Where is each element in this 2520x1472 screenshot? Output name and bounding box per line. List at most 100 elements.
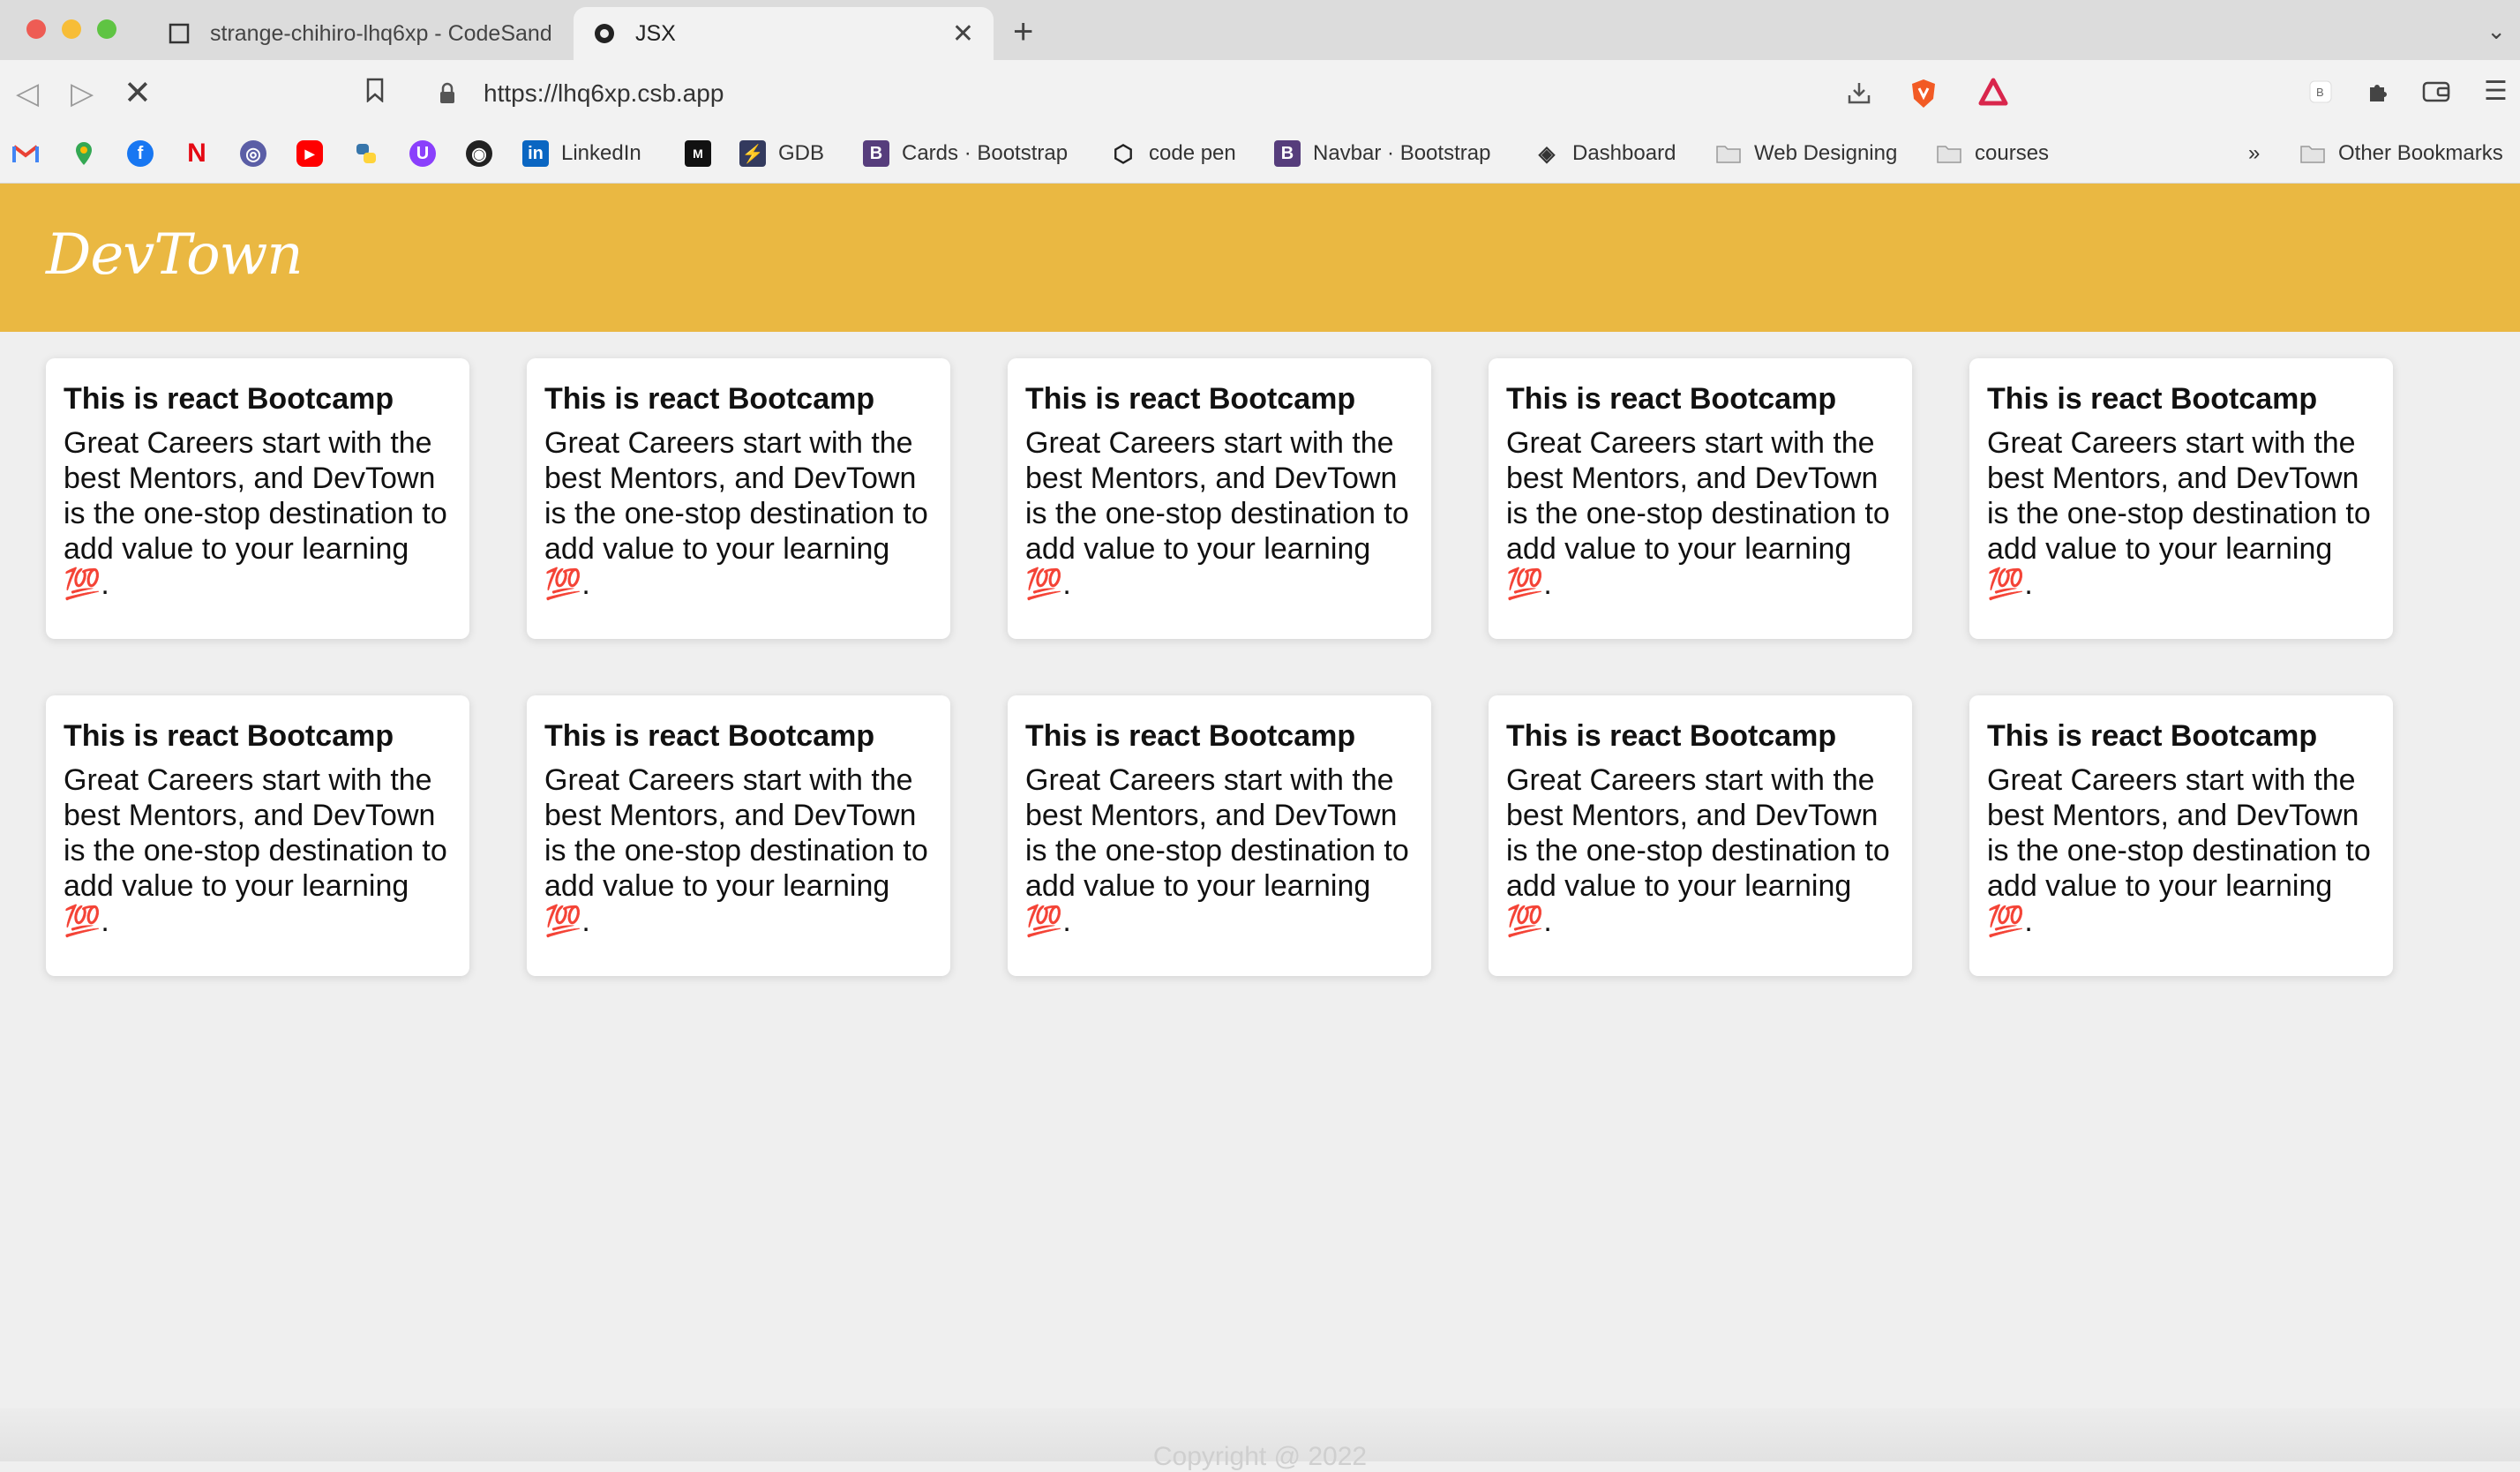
minimize-window-button[interactable] [62, 19, 81, 39]
address-bar[interactable]: https://lhq6xp.csb.app [420, 69, 2061, 118]
bookmark-dashboard[interactable]: ◈ Dashboard [1534, 136, 1676, 171]
bookmark-netflix[interactable]: N [184, 136, 222, 171]
folder-icon [2299, 140, 2326, 167]
bookmark-linkedin[interactable]: in LinkedIn [522, 136, 641, 171]
bootstrap-icon: B [1274, 140, 1301, 167]
folder-icon [1715, 140, 1742, 167]
card-text: Great Careers start with the best Mentor… [1987, 426, 2371, 601]
facebook-icon: f [127, 140, 154, 167]
bookmark-label: Navbar · Bootstrap [1313, 141, 1491, 165]
card-text: Great Careers start with the best Mentor… [544, 763, 928, 938]
bootcamp-card: This is react Bootcamp Great Careers star… [46, 358, 469, 639]
card-text: Great Careers start with the best Mentor… [1987, 763, 2371, 938]
card-title: This is react Bootcamp [1987, 382, 2318, 416]
bookmark-podcast[interactable]: ◎ [240, 136, 279, 171]
card-text: Great Careers start with the best Mentor… [1025, 426, 1409, 601]
bookmark-label: code pen [1149, 141, 1236, 165]
menu-icon[interactable]: ☰ [2484, 76, 2508, 107]
tab-title: strange-chihiro-lhq6xp - CodeSandbox [210, 20, 551, 46]
brave-shield-icon[interactable] [1909, 78, 1938, 114]
card-title: This is react Bootcamp [64, 719, 394, 753]
url-text: https://lhq6xp.csb.app [484, 79, 724, 107]
site-footer: Copyright @ 2022 [0, 1408, 2520, 1471]
youtube-icon: ▶ [296, 140, 323, 167]
card-title: This is react Bootcamp [544, 382, 875, 416]
card-title: This is react Bootcamp [1025, 719, 1356, 753]
bootcamp-card: This is react Bootcamp Great Careers star… [1008, 358, 1431, 639]
bookmark-folder-web-designing[interactable]: Web Designing [1715, 136, 1897, 171]
card-title: This is react Bootcamp [1025, 382, 1356, 416]
bootcamp-card: This is react Bootcamp Great Careers star… [1969, 358, 2393, 639]
bootcamp-card: This is react Bootcamp Great Careers star… [527, 358, 950, 639]
bookmark-cards-bootstrap[interactable]: B Cards · Bootstrap [863, 136, 1068, 171]
chevron-down-icon[interactable]: ⌄ [2486, 18, 2506, 45]
card-text: Great Careers start with the best Mentor… [64, 426, 447, 601]
bookmark-folder-courses[interactable]: courses [1936, 136, 2049, 171]
bootcamp-card: This is react Bootcamp Great Careers star… [527, 695, 950, 976]
card-text: Great Careers start with the best Mentor… [64, 763, 447, 938]
card-text: Great Careers start with the best Mentor… [544, 426, 928, 601]
maps-pin-icon [71, 140, 97, 167]
bookmark-youtube[interactable]: ▶ [296, 136, 335, 171]
bookmark-maps[interactable] [71, 136, 109, 171]
bookmark-gmail[interactable] [12, 136, 51, 171]
card-title: This is react Bootcamp [1506, 382, 1837, 416]
bootcamp-card: This is react Bootcamp Great Careers star… [1489, 358, 1912, 639]
github-icon: ◉ [466, 140, 492, 167]
wallet-icon[interactable] [2422, 79, 2450, 109]
site-header: DevTown [0, 184, 2520, 332]
card-text: Great Careers start with the best Mentor… [1506, 763, 1890, 938]
bookmark-github[interactable]: ◉ [466, 136, 505, 171]
site-logo[interactable]: DevTown [46, 222, 304, 288]
bookmark-facebook[interactable]: f [127, 136, 166, 171]
card-text: Great Careers start with the best Mentor… [1025, 763, 1409, 938]
bootcamp-card: This is react Bootcamp Great Careers star… [46, 695, 469, 976]
tab-title: JSX [635, 20, 676, 46]
other-bookmarks-folder[interactable]: Other Bookmarks [2299, 136, 2503, 171]
new-tab-icon[interactable]: + [1013, 12, 1033, 52]
bookmark-u[interactable]: U [409, 136, 448, 171]
bookmark-navbar-bootstrap[interactable]: B Navbar · Bootstrap [1274, 136, 1490, 171]
svg-text:B: B [2316, 86, 2324, 99]
tab-jsx[interactable]: JSX ✕ [574, 7, 994, 60]
podcast-icon: ◎ [240, 140, 266, 167]
bookmark-gdb[interactable]: ⚡ GDB [739, 136, 824, 171]
copyright-text: Copyright @ 2022 [1152, 1442, 1368, 1471]
bookmark-page-icon[interactable] [365, 78, 385, 103]
bookmark-label: Web Designing [1754, 141, 1898, 165]
bookmarks-overflow-button[interactable]: » [2248, 136, 2260, 171]
bookmark-label: LinkedIn [561, 141, 641, 165]
bookmark-ms[interactable]: M [685, 136, 724, 171]
bookmark-python[interactable] [353, 136, 392, 171]
netflix-icon: N [187, 139, 206, 168]
linkedin-icon: in [522, 140, 549, 167]
close-window-button[interactable] [26, 19, 46, 39]
close-tab-icon[interactable]: ✕ [952, 19, 974, 49]
bootcamp-card: This is react Bootcamp Great Careers star… [1489, 695, 1912, 976]
card-title: This is react Bootcamp [1506, 719, 1837, 753]
extension-b-icon[interactable]: B [2308, 79, 2333, 109]
bookmark-label: courses [1975, 141, 2050, 165]
maximize-window-button[interactable] [97, 19, 116, 39]
folder-icon [1936, 140, 1962, 167]
forward-icon[interactable]: ▷ [71, 78, 94, 109]
bookmark-codepen[interactable]: ⬡ code pen [1110, 136, 1236, 171]
bookmarks-bar: f N ◎ ▶ U ◉ in LinkedIn M ⚡ GDB B Cards … [0, 127, 2520, 184]
bookmark-label: Cards · Bootstrap [902, 141, 1069, 165]
extensions-puzzle-icon[interactable] [2365, 79, 2391, 110]
lock-icon [438, 82, 464, 105]
bookmark-label: Dashboard [1572, 141, 1676, 165]
back-icon[interactable]: ◁ [16, 78, 39, 109]
download-icon[interactable] [1846, 79, 1872, 110]
bootcamp-card: This is react Bootcamp Great Careers star… [1969, 695, 2393, 976]
card-grid: This is react Bootcamp Great Careers star… [0, 332, 2520, 1408]
purple-u-icon: U [409, 140, 436, 167]
stop-loading-icon[interactable]: ✕ [124, 77, 152, 110]
python-icon [353, 140, 379, 167]
brave-rewards-icon[interactable] [1978, 78, 2008, 110]
ms-icon: M [685, 140, 711, 167]
bookmark-label: GDB [778, 141, 825, 165]
tab-codesandbox[interactable]: strange-chihiro-lhq6xp - CodeSandbox [148, 7, 570, 60]
bootstrap-icon: B [863, 140, 889, 167]
codesandbox-icon [168, 22, 191, 45]
